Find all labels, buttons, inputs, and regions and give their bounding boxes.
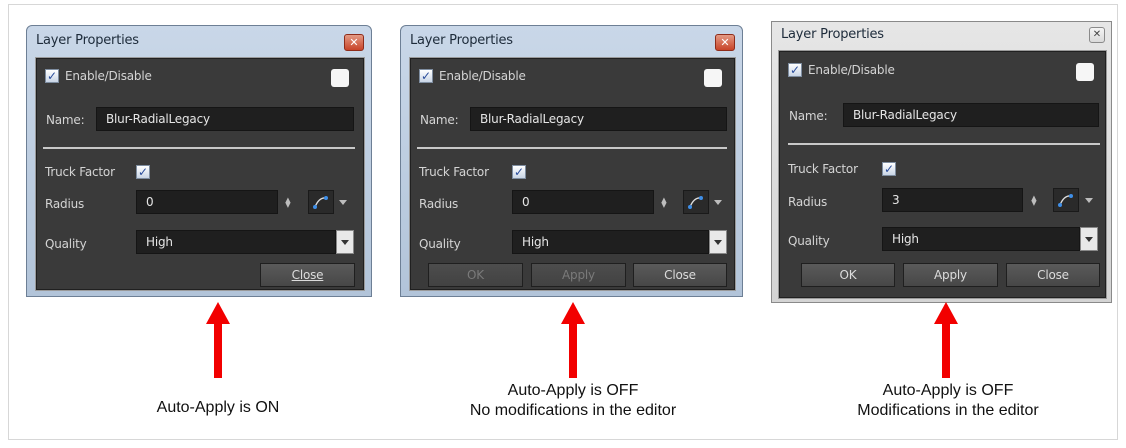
checkmark-icon: ✓: [513, 165, 525, 179]
truck-factor-checkbox[interactable]: ✓: [512, 165, 526, 179]
dialog-title: Layer Properties: [781, 27, 884, 42]
separator: [417, 147, 727, 149]
apply-button[interactable]: Apply: [531, 263, 626, 287]
close-button[interactable]: Close: [260, 263, 355, 287]
close-button[interactable]: Close: [1006, 263, 1100, 287]
close-icon[interactable]: ✕: [1089, 27, 1105, 43]
quality-select[interactable]: High: [136, 230, 336, 254]
quality-label: Quality: [788, 234, 830, 248]
close-icon[interactable]: ✕: [715, 34, 735, 51]
checkmark-icon: ✓: [46, 69, 58, 83]
checkmark-icon: ✓: [137, 165, 149, 179]
quality-dropdown-button[interactable]: [1080, 227, 1098, 251]
name-label: Name:: [789, 109, 828, 123]
enable-checkbox[interactable]: ✓: [419, 69, 433, 83]
caption-line: Auto-Apply is OFF: [882, 382, 1014, 399]
dropdown-arrow-icon[interactable]: [1085, 198, 1093, 203]
dropdown-arrow-icon[interactable]: [339, 200, 347, 205]
truck-factor-label: Truck Factor: [45, 165, 115, 179]
ok-button[interactable]: OK: [428, 263, 523, 287]
layer-properties-dialog-auto-apply-on: Layer Properties ✕ ✓ Enable/Disable Name…: [26, 25, 372, 297]
name-field[interactable]: Blur-RadialLegacy: [470, 107, 727, 131]
caption-auto-apply-off-with-mods: Auto-Apply is OFF Modifications in the e…: [800, 381, 1096, 421]
caption-auto-apply-on: Auto-Apply is ON: [88, 398, 348, 418]
name-label: Name:: [420, 113, 459, 127]
separator: [43, 147, 355, 149]
color-swatch[interactable]: [704, 69, 722, 87]
spin-arrows-icon[interactable]: ▲ ▼: [660, 197, 668, 209]
function-curve-icon[interactable]: [683, 190, 709, 214]
checkmark-icon: ✓: [420, 69, 432, 83]
dialog-panel: ✓ Enable/Disable Name: Blur-RadialLegacy…: [35, 57, 365, 291]
function-curve-icon[interactable]: [308, 190, 334, 214]
enable-checkbox[interactable]: ✓: [788, 63, 802, 77]
quality-label: Quality: [419, 237, 461, 251]
dialog-panel: ✓ Enable/Disable Name: Blur-RadialLegacy…: [778, 50, 1107, 299]
function-curve-icon[interactable]: [1053, 188, 1079, 212]
radius-field[interactable]: 3: [882, 188, 1023, 212]
caption-line: Auto-Apply is ON: [156, 399, 280, 416]
caption-line: No modifications in the editor: [469, 402, 677, 419]
ok-button[interactable]: OK: [801, 263, 895, 287]
enable-label: Enable/Disable: [65, 69, 152, 83]
dialog-title: Layer Properties: [410, 33, 513, 48]
enable-label: Enable/Disable: [808, 63, 895, 77]
enable-label: Enable/Disable: [439, 69, 526, 83]
quality-select[interactable]: High: [882, 227, 1080, 251]
color-swatch[interactable]: [331, 69, 349, 87]
radius-label: Radius: [45, 197, 85, 211]
quality-select[interactable]: High: [512, 230, 709, 254]
radius-field[interactable]: 0: [136, 190, 278, 214]
close-button[interactable]: Close: [633, 263, 727, 287]
dropdown-arrow-icon[interactable]: [714, 200, 722, 205]
separator: [788, 143, 1100, 145]
layer-properties-dialog-auto-apply-off-no-mods: Layer Properties ✕ ✓ Enable/Disable Name…: [400, 25, 743, 297]
close-button-label: Close: [291, 268, 324, 282]
caption-auto-apply-off-no-mods: Auto-Apply is OFF No modifications in th…: [423, 381, 723, 421]
dialog-panel: ✓ Enable/Disable Name: Blur-RadialLegacy…: [409, 57, 736, 291]
spin-arrows-icon[interactable]: ▲ ▼: [1030, 195, 1038, 207]
name-field[interactable]: Blur-RadialLegacy: [843, 103, 1099, 127]
radius-label: Radius: [788, 195, 828, 209]
red-arrow-1: [206, 302, 230, 378]
layer-properties-dialog-auto-apply-off-with-mods: Layer Properties ✕ ✓ Enable/Disable Name…: [771, 21, 1112, 303]
truck-factor-checkbox[interactable]: ✓: [136, 165, 150, 179]
caption-line: Modifications in the editor: [857, 402, 1039, 419]
radius-field[interactable]: 0: [512, 190, 654, 214]
name-field[interactable]: Blur-RadialLegacy: [96, 107, 354, 131]
radius-label: Radius: [419, 197, 459, 211]
red-arrow-3: [934, 302, 958, 378]
quality-dropdown-button[interactable]: [336, 230, 354, 254]
quality-label: Quality: [45, 237, 87, 251]
quality-dropdown-button[interactable]: [709, 230, 727, 254]
color-swatch[interactable]: [1076, 63, 1094, 81]
dialog-title: Layer Properties: [36, 33, 139, 48]
truck-factor-label: Truck Factor: [788, 162, 858, 176]
truck-factor-label: Truck Factor: [419, 165, 489, 179]
name-label: Name:: [46, 113, 85, 127]
red-arrow-2: [561, 302, 585, 378]
close-icon[interactable]: ✕: [344, 34, 364, 51]
spin-arrows-icon[interactable]: ▲ ▼: [284, 197, 292, 209]
truck-factor-checkbox[interactable]: ✓: [882, 162, 896, 176]
caption-line: Auto-Apply is OFF: [507, 382, 639, 399]
enable-checkbox[interactable]: ✓: [45, 69, 59, 83]
checkmark-icon: ✓: [789, 63, 801, 77]
apply-button[interactable]: Apply: [903, 263, 998, 287]
checkmark-icon: ✓: [883, 162, 895, 176]
